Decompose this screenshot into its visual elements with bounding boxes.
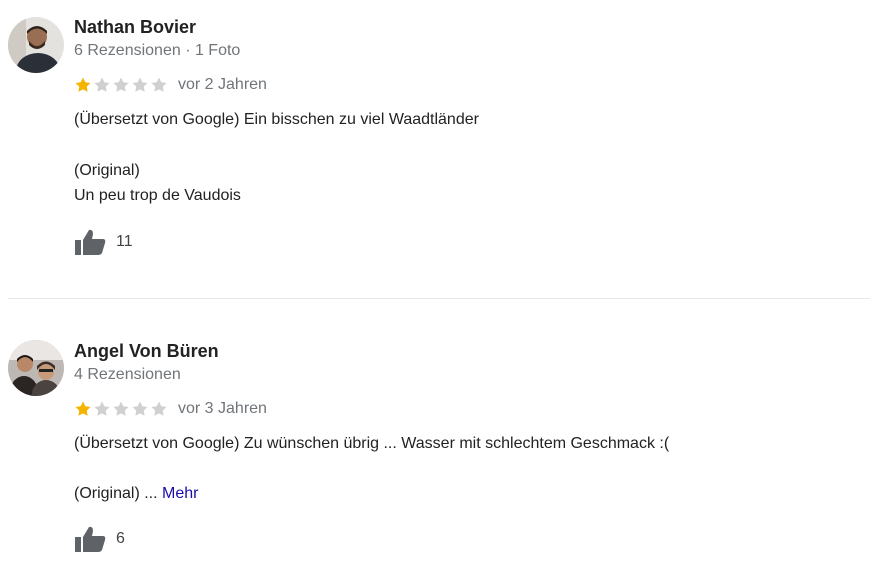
original-row: (Original) ... Mehr — [74, 485, 198, 503]
star-empty-icon — [132, 401, 148, 416]
original-label: (Original) ... — [74, 485, 158, 502]
star-rating — [74, 400, 168, 418]
thumbs-up-icon — [75, 526, 106, 552]
translated-text: (Übersetzt von Google) Zu wünschen übrig… — [74, 435, 670, 452]
avatar[interactable] — [8, 340, 64, 396]
like-count: 6 — [116, 530, 125, 547]
star-filled-icon — [75, 401, 91, 416]
review-2: Angel Von Büren 4 Rezensionen vor 3 Jahr… — [0, 0, 873, 572]
star-empty-icon — [94, 401, 110, 416]
reviewer-meta[interactable]: 4 Rezensionen — [74, 366, 181, 384]
review-time: vor 3 Jahren — [178, 400, 267, 417]
like-button[interactable]: 6 — [74, 523, 125, 555]
star-empty-icon — [151, 401, 167, 416]
author-name[interactable]: Angel Von Büren — [74, 341, 219, 362]
rating-row: vor 3 Jahren — [74, 398, 267, 420]
star-empty-icon — [113, 401, 129, 416]
more-link[interactable]: Mehr — [162, 485, 198, 502]
